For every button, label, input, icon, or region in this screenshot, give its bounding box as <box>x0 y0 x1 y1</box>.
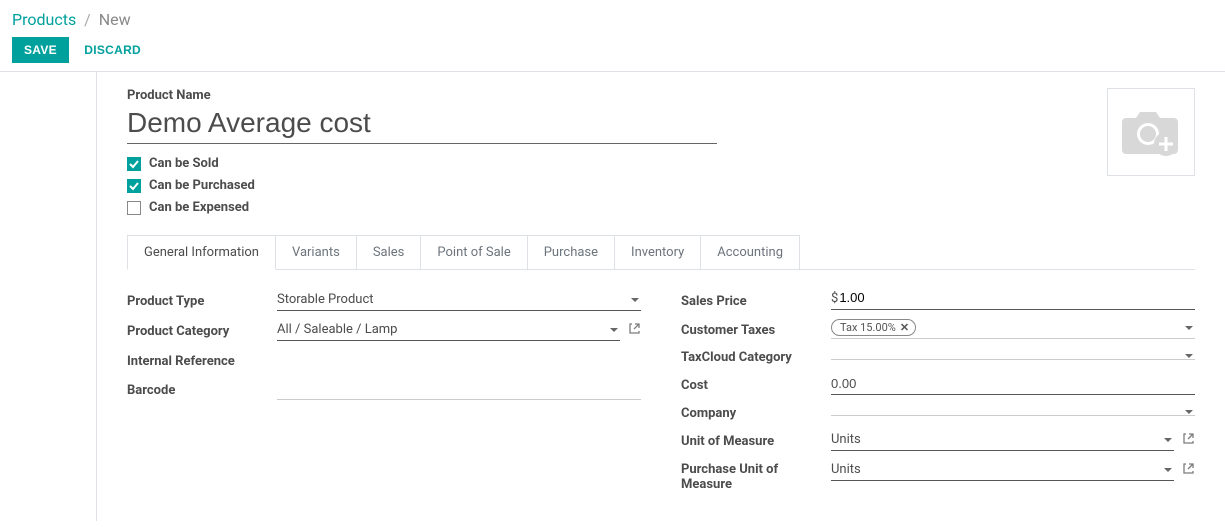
tab-inventory[interactable]: Inventory <box>615 235 701 270</box>
form-sheet: Product Name Can be Sold Can be Purchase… <box>97 72 1225 521</box>
barcode-label: Barcode <box>127 381 277 398</box>
internal-reference-input[interactable] <box>277 350 641 370</box>
tab-point-of-sale[interactable]: Point of Sale <box>421 235 527 270</box>
left-gutter <box>0 72 97 521</box>
tab-variants[interactable]: Variants <box>276 235 357 270</box>
customer-taxes-select[interactable]: Tax 15.00% ✕ <box>831 319 1195 339</box>
chevron-down-icon <box>1185 326 1193 330</box>
unit-of-measure-label: Unit of Measure <box>681 432 831 449</box>
barcode-input[interactable] <box>277 379 641 400</box>
chevron-down-icon <box>1185 354 1193 358</box>
external-link-icon[interactable] <box>1182 432 1195 449</box>
product-type-label: Product Type <box>127 292 277 309</box>
purchase-uom-select[interactable]: Units <box>831 460 1174 481</box>
unit-of-measure-select[interactable]: Units <box>831 430 1174 451</box>
product-category-label: Product Category <box>127 322 277 339</box>
discard-button[interactable]: DISCARD <box>72 37 153 63</box>
breadcrumb: Products / New <box>12 6 1213 37</box>
product-type-select[interactable]: Storable Product <box>277 290 641 311</box>
product-name-label: Product Name <box>127 88 1087 103</box>
cost-input[interactable] <box>831 374 1195 395</box>
chevron-down-icon <box>631 298 639 302</box>
taxcloud-category-select[interactable] <box>831 354 1195 360</box>
tax-tag: Tax 15.00% ✕ <box>831 319 916 336</box>
tab-accounting[interactable]: Accounting <box>701 235 800 270</box>
tab-general-information[interactable]: General Information <box>127 235 276 270</box>
company-select[interactable] <box>831 410 1195 416</box>
cost-label: Cost <box>681 376 831 393</box>
external-link-icon[interactable] <box>1182 462 1195 479</box>
chevron-down-icon <box>1164 438 1172 442</box>
chevron-down-icon <box>1164 468 1172 472</box>
sales-price-label: Sales Price <box>681 292 831 309</box>
breadcrumb-root-link[interactable]: Products <box>12 10 76 29</box>
product-category-select[interactable]: All / Saleable / Lamp <box>277 320 620 341</box>
tab-purchase[interactable]: Purchase <box>528 235 615 270</box>
can-be-expensed-checkbox[interactable] <box>127 201 141 215</box>
chevron-down-icon <box>610 328 618 332</box>
breadcrumb-current: New <box>99 10 131 29</box>
external-link-icon[interactable] <box>628 322 641 339</box>
breadcrumb-separator: / <box>84 10 91 29</box>
chevron-down-icon <box>1185 410 1193 414</box>
customer-taxes-label: Customer Taxes <box>681 321 831 338</box>
product-image-upload[interactable] <box>1107 88 1195 176</box>
save-button[interactable]: SAVE <box>12 37 69 63</box>
can-be-sold-checkbox[interactable] <box>127 157 141 171</box>
taxcloud-category-label: TaxCloud Category <box>681 348 831 365</box>
sales-price-input[interactable]: $ <box>831 290 1195 310</box>
can-be-expensed-label: Can be Expensed <box>149 200 249 215</box>
can-be-purchased-checkbox[interactable] <box>127 179 141 193</box>
purchase-uom-label: Purchase Unit of Measure <box>681 460 831 492</box>
tab-sales[interactable]: Sales <box>357 235 422 270</box>
camera-plus-icon <box>1120 106 1182 158</box>
product-name-input[interactable] <box>127 105 717 144</box>
tab-bar: General Information Variants Sales Point… <box>127 235 1195 270</box>
internal-reference-label: Internal Reference <box>127 352 277 369</box>
company-label: Company <box>681 404 831 421</box>
action-bar: SAVE DISCARD <box>12 37 1213 71</box>
can-be-sold-label: Can be Sold <box>149 156 219 171</box>
can-be-purchased-label: Can be Purchased <box>149 178 255 193</box>
remove-tag-icon[interactable]: ✕ <box>900 321 909 334</box>
